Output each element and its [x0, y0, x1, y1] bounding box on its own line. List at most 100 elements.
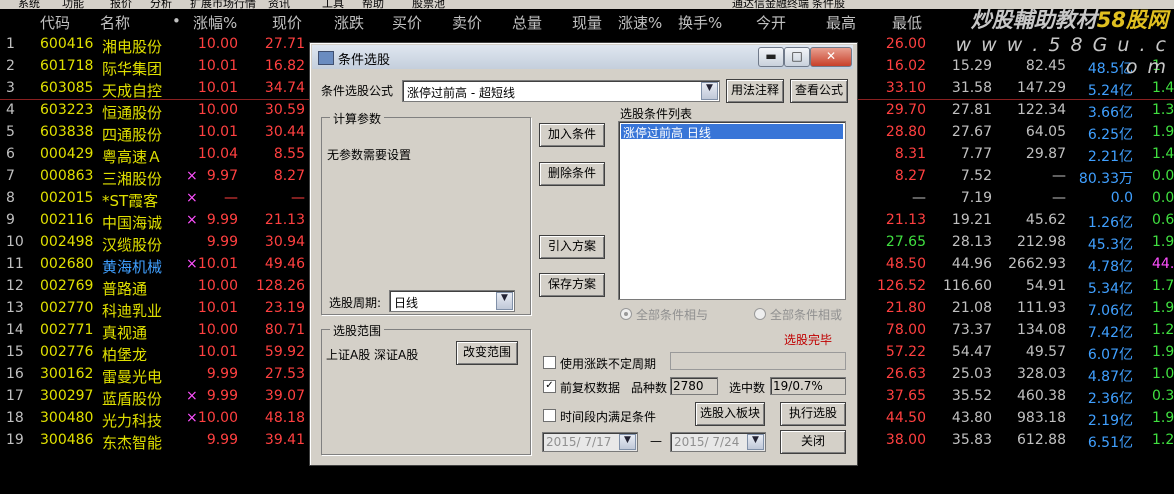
menu-item-8[interactable]: 股票池 — [412, 0, 445, 9]
column-header-13[interactable]: 最高 — [826, 12, 856, 34]
menu-item-0[interactable]: 系统 — [18, 0, 40, 9]
to-block-button[interactable]: 选股入板块 — [695, 402, 765, 426]
menu-item-7[interactable]: 帮助 — [362, 0, 384, 9]
cell-pct: 9.99 — [206, 212, 238, 228]
cell-n: 17 — [6, 388, 24, 404]
selected-value: 19/0.7% — [773, 379, 823, 393]
close-window-button[interactable]: ✕ — [810, 47, 852, 67]
opt-adjusted-checkbox[interactable]: ✓ — [543, 380, 556, 393]
column-header-7[interactable]: 卖价 — [452, 12, 482, 34]
opt-timerange-checkbox[interactable] — [543, 409, 556, 422]
cell-name: 真视通 — [102, 324, 148, 342]
cell-n: 1 — [6, 36, 15, 52]
cell-name: 四通股份 — [102, 126, 163, 144]
radio-and-label: 全部条件相与 — [636, 308, 709, 322]
column-header-3[interactable]: 涨幅% — [193, 12, 237, 34]
menu-item-3[interactable]: 分析 — [150, 0, 172, 9]
add-condition-button[interactable]: 加入条件 — [539, 123, 605, 147]
cell-n: 7 — [6, 168, 15, 184]
view-formula-button[interactable]: 查看公式 — [790, 79, 848, 103]
cell-k2: 111.93 — [1017, 300, 1066, 316]
column-header-9[interactable]: 现量 — [572, 12, 602, 34]
cell-n: 14 — [6, 322, 24, 338]
period-select[interactable]: 日线 ▼ — [389, 290, 515, 312]
cell-low: 8.31 — [894, 146, 926, 162]
change-range-button[interactable]: 改变范围 — [456, 341, 518, 365]
menu-item-10[interactable]: 条件股 — [812, 0, 845, 9]
cell-price: 30.44 — [264, 124, 305, 140]
chevron-down-icon[interactable]: ▼ — [619, 434, 636, 450]
menu-item-9[interactable]: 通达信金融终端 — [732, 0, 809, 9]
cell-price: 34.74 — [264, 80, 305, 96]
opt-variable-period-label: 使用涨跌不定周期 — [560, 357, 657, 371]
menu-item-2[interactable]: 报价 — [110, 0, 132, 9]
cell-low: — — [912, 190, 926, 206]
cell-low: 29.70 — [885, 102, 926, 118]
cell-n: 18 — [6, 410, 24, 426]
cell-price: 39.07 — [264, 388, 305, 404]
cell-k1: 28.13 — [951, 234, 992, 250]
minimize-button[interactable]: ▬ — [758, 47, 784, 67]
cell-k1: 27.81 — [951, 102, 992, 118]
opt-variable-period-checkbox[interactable] — [543, 356, 556, 369]
menu-item-6[interactable]: 工具 — [322, 0, 344, 9]
run-selection-button[interactable]: 执行选股 — [780, 402, 846, 426]
cell-name: 中国海诚 — [102, 214, 163, 232]
condition-list-item[interactable]: 涨停过前高 日线 — [621, 124, 843, 140]
cell-k2: 45.62 — [1025, 212, 1066, 228]
cell-price: 16.82 — [264, 58, 305, 74]
cell-pct: 10.01 — [197, 256, 238, 272]
menu-item-1[interactable]: 功能 — [62, 0, 84, 9]
cell-k4: 1.9 — [1152, 344, 1174, 360]
column-header-14[interactable]: 最低 — [892, 12, 922, 34]
cell-name: 粤高速Ａ — [102, 148, 163, 166]
date-from-picker[interactable]: 2015/ 7/17 ▼ — [542, 432, 638, 452]
chevron-down-icon[interactable]: ▼ — [701, 82, 718, 100]
save-plan-button[interactable]: 保存方案 — [539, 273, 605, 297]
cell-name: 汉缆股份 — [102, 236, 163, 254]
column-header-5[interactable]: 涨跌 — [334, 12, 364, 34]
cell-k3: 2.21亿 — [1087, 149, 1133, 165]
usage-note-button[interactable]: 用法注释 — [726, 79, 784, 103]
cell-pct: 9.99 — [206, 366, 238, 382]
cell-price: 8.55 — [273, 146, 305, 162]
column-header-1[interactable]: 名称 — [100, 12, 130, 34]
radio-and[interactable] — [620, 308, 632, 320]
column-header-4[interactable]: 现价 — [272, 12, 302, 34]
column-header-0[interactable]: 代码 — [40, 12, 70, 34]
cell-low: 16.02 — [885, 58, 926, 74]
close-button[interactable]: 关闭 — [780, 430, 846, 454]
menu-item-5[interactable]: 资讯 — [268, 0, 290, 9]
cell-k2: 122.34 — [1017, 102, 1066, 118]
import-plan-button[interactable]: 引入方案 — [539, 235, 605, 259]
dialog-titlebar[interactable]: 条件选股 ▬ □ ✕ — [312, 45, 853, 69]
delete-condition-button[interactable]: 删除条件 — [539, 162, 605, 186]
cell-k1: 19.21 — [951, 212, 992, 228]
condition-list[interactable]: 涨停过前高 日线 — [618, 121, 846, 300]
formula-value: 涨停过前高 - 超短线 — [407, 86, 515, 100]
formula-select[interactable]: 涨停过前高 - 超短线 ▼ — [402, 80, 720, 102]
menu-item-4[interactable]: 扩展市场行情 — [190, 0, 256, 9]
column-header-8[interactable]: 总量 — [512, 12, 542, 34]
cell-k3: 6.25亿 — [1087, 127, 1133, 143]
cell-code: 603223 — [40, 102, 94, 118]
chevron-down-icon[interactable]: ▼ — [747, 434, 764, 450]
cell-k4: 1.4 — [1152, 80, 1174, 96]
column-header-12[interactable]: 今开 — [756, 12, 786, 34]
cell-code: 300480 — [40, 410, 94, 426]
cell-pct: 9.99 — [206, 234, 238, 250]
column-header-6[interactable]: 买价 — [392, 12, 422, 34]
radio-or[interactable] — [754, 308, 766, 320]
cell-price: — — [291, 190, 305, 206]
column-header-11[interactable]: 换手% — [678, 12, 722, 34]
column-header-10[interactable]: 涨速% — [618, 12, 662, 34]
cell-k4: 1.9 — [1152, 410, 1174, 426]
cell-pct: — — [224, 190, 238, 206]
cell-k3: 2.19亿 — [1087, 413, 1133, 429]
cell-k3: 0.0 — [1110, 190, 1133, 206]
date-to-picker[interactable]: 2015/ 7/24 ▼ — [670, 432, 766, 452]
column-header-2[interactable]: • — [172, 12, 181, 34]
chevron-down-icon[interactable]: ▼ — [496, 292, 513, 310]
maximize-button[interactable]: □ — [784, 47, 810, 67]
cell-low: 37.65 — [885, 388, 926, 404]
